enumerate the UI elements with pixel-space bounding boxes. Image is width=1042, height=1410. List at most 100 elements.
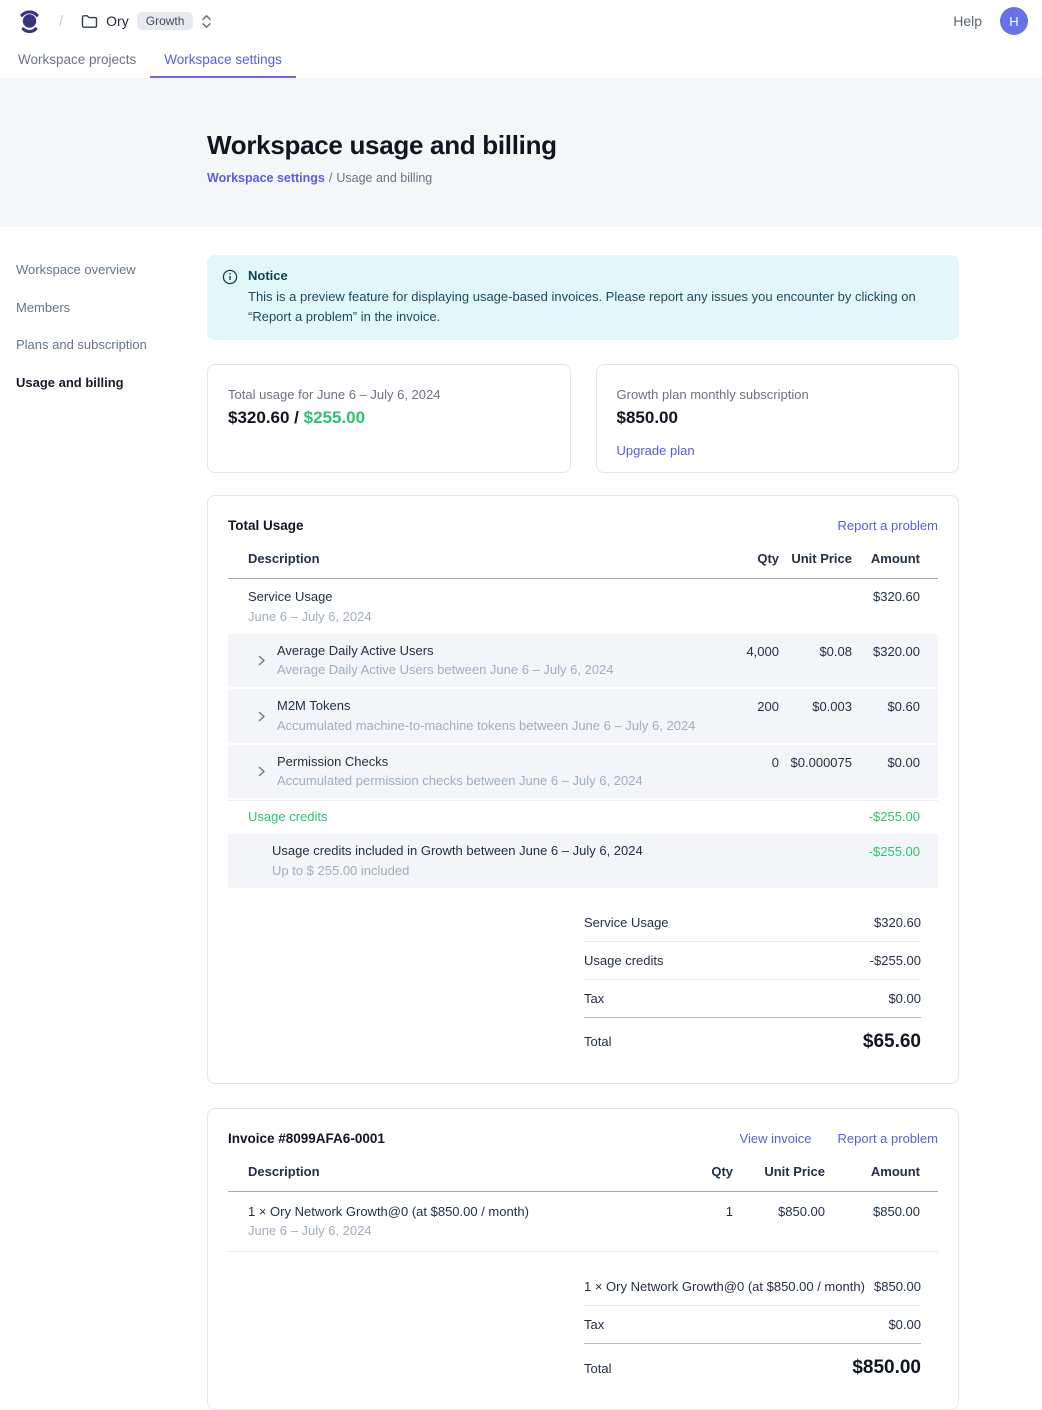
help-link[interactable]: Help [953, 13, 982, 29]
breadcrumb-link-workspace-settings[interactable]: Workspace settings [207, 171, 325, 185]
summary-value: $320.60 [874, 915, 921, 930]
table-row-service-usage: Service Usage June 6 – July 6, 2024 $320… [228, 579, 938, 634]
table-row-usage-credits-detail: Usage credits included in Growth between… [228, 834, 938, 888]
total-row: Total $850.00 [584, 1344, 921, 1379]
row-subtitle: Accumulated permission checks between Ju… [277, 773, 643, 789]
sidebar-item-usage-and-billing[interactable]: Usage and billing [16, 370, 207, 395]
total-usage-card: Total usage for June 6 – July 6, 2024 $3… [207, 364, 571, 473]
summary-label: Tax [584, 991, 604, 1006]
summary-value: -$255.00 [870, 953, 921, 968]
qty-cell: 200 [699, 698, 779, 714]
tab-workspace-projects[interactable]: Workspace projects [4, 42, 150, 78]
row-title: Average Daily Active Users [277, 643, 614, 659]
view-invoice-link[interactable]: View invoice [740, 1131, 812, 1146]
info-icon [222, 269, 238, 327]
row-title: Usage credits [228, 809, 699, 824]
amount-cell: $850.00 [825, 1204, 920, 1219]
report-problem-link[interactable]: Report a problem [838, 1131, 938, 1146]
table-row-invoice-item: 1 × Ory Network Growth@0 (at $850.00 / m… [228, 1192, 938, 1253]
sidebar-item-workspace-overview[interactable]: Workspace overview [16, 257, 207, 282]
avatar[interactable]: H [1000, 7, 1028, 35]
unit-price-cell: $0.000075 [779, 754, 852, 770]
usage-panel-title: Total Usage [228, 518, 304, 533]
sidebar-item-members[interactable]: Members [16, 295, 207, 320]
topbar-left: / Ory Growth [18, 7, 212, 35]
row-title: Usage credits included in Growth between… [272, 843, 699, 859]
chevron-right-icon[interactable] [256, 711, 267, 722]
total-usage-value: $320.60 / $255.00 [228, 408, 550, 428]
row-subtitle: Average Daily Active Users between June … [277, 662, 614, 678]
chevron-right-icon[interactable] [256, 655, 267, 666]
tab-workspace-settings[interactable]: Workspace settings [150, 42, 296, 78]
col-qty: Qty [653, 1164, 733, 1179]
workspace-switcher[interactable]: Ory Growth [81, 12, 212, 30]
notice-body: This is a preview feature for displaying… [248, 287, 935, 327]
row-title: 1 × Ory Network Growth@0 (at $850.00 / m… [248, 1204, 653, 1220]
org-name: Ory [106, 13, 129, 29]
report-problem-link[interactable]: Report a problem [838, 518, 938, 533]
summary-label: Usage credits [584, 953, 663, 968]
table-row-m2m-tokens[interactable]: M2M Tokens Accumulated machine-to-machin… [228, 689, 938, 743]
notice-banner: Notice This is a preview feature for dis… [207, 255, 959, 340]
col-amount: Amount [825, 1164, 920, 1179]
summary-cards: Total usage for June 6 – July 6, 2024 $3… [207, 364, 959, 473]
amount-cell: $0.60 [852, 698, 920, 714]
plan-badge: Growth [137, 12, 194, 30]
summary-row: Usage credits -$255.00 [584, 942, 921, 980]
invoice-table-header: Description Qty Unit Price Amount [228, 1164, 938, 1192]
row-title: Service Usage [248, 589, 699, 605]
table-row-average-daily-active-users[interactable]: Average Daily Active Users Average Daily… [228, 634, 938, 688]
usage-credit-amount: $255.00 [304, 408, 365, 427]
usage-summary: Service Usage $320.60 Usage credits -$25… [584, 904, 921, 1053]
col-qty: Qty [699, 551, 779, 566]
summary-row: Tax $0.00 [584, 980, 921, 1018]
amount-cell: $320.60 [852, 589, 920, 604]
summary-row: Service Usage $320.60 [584, 904, 921, 942]
qty-cell: 0 [699, 754, 779, 770]
summary-row: 1 × Ory Network Growth@0 (at $850.00 / m… [584, 1268, 921, 1306]
total-value: $65.60 [863, 1031, 921, 1053]
col-description: Description [228, 1164, 653, 1179]
row-title: M2M Tokens [277, 698, 695, 714]
col-amount: Amount [852, 551, 920, 566]
total-label: Total [584, 1361, 611, 1376]
summary-label: Tax [584, 1317, 604, 1332]
amount-cell: $0.00 [852, 754, 920, 770]
invoice-summary: 1 × Ory Network Growth@0 (at $850.00 / m… [584, 1268, 921, 1379]
total-usage-panel: Total Usage Report a problem Description… [207, 495, 959, 1084]
subscription-card: Growth plan monthly subscription $850.00… [596, 364, 960, 473]
chevron-right-icon[interactable] [256, 766, 267, 777]
invoice-title: Invoice #8099AFA6-0001 [228, 1131, 385, 1146]
row-subtitle: June 6 – July 6, 2024 [248, 1223, 653, 1239]
folder-icon [81, 14, 98, 29]
page-title: Workspace usage and billing [207, 130, 1042, 161]
page-header: Workspace usage and billing Workspace se… [0, 78, 1042, 227]
table-row-permission-checks[interactable]: Permission Checks Accumulated permission… [228, 745, 938, 799]
qty-cell: 4,000 [699, 643, 779, 659]
summary-row: Tax $0.00 [584, 1306, 921, 1344]
summary-value: $850.00 [874, 1279, 921, 1294]
unit-price-cell: $0.08 [779, 643, 852, 659]
subscription-label: Growth plan monthly subscription [617, 387, 939, 402]
topbar: / Ory Growth Help H [0, 0, 1042, 42]
settings-sidebar: Workspace overview Members Plans and sub… [0, 227, 207, 1410]
amount-cell: -$255.00 [852, 843, 920, 859]
summary-label: Service Usage [584, 915, 669, 930]
total-usage-label: Total usage for June 6 – July 6, 2024 [228, 387, 550, 402]
sidebar-item-plans-and-subscription[interactable]: Plans and subscription [16, 332, 207, 357]
ory-logo-icon[interactable] [18, 7, 41, 35]
main-area: Workspace overview Members Plans and sub… [0, 227, 1042, 1410]
chevron-updown-icon[interactable] [201, 14, 212, 29]
row-subtitle: Up to $ 255.00 included [272, 863, 699, 879]
row-subtitle: Accumulated machine-to-machine tokens be… [277, 718, 695, 734]
breadcrumb-current: Usage and billing [336, 171, 432, 185]
upgrade-plan-link[interactable]: Upgrade plan [617, 443, 695, 458]
col-description: Description [228, 551, 699, 566]
row-subtitle: June 6 – July 6, 2024 [248, 609, 699, 625]
usage-amount: $320.60 [228, 408, 289, 427]
qty-cell: 1 [653, 1204, 733, 1219]
summary-value: $0.00 [888, 1317, 921, 1332]
notice-text: Notice This is a preview feature for dis… [248, 268, 935, 327]
amount-cell: $320.00 [852, 643, 920, 659]
content-column: Notice This is a preview feature for dis… [207, 227, 959, 1410]
